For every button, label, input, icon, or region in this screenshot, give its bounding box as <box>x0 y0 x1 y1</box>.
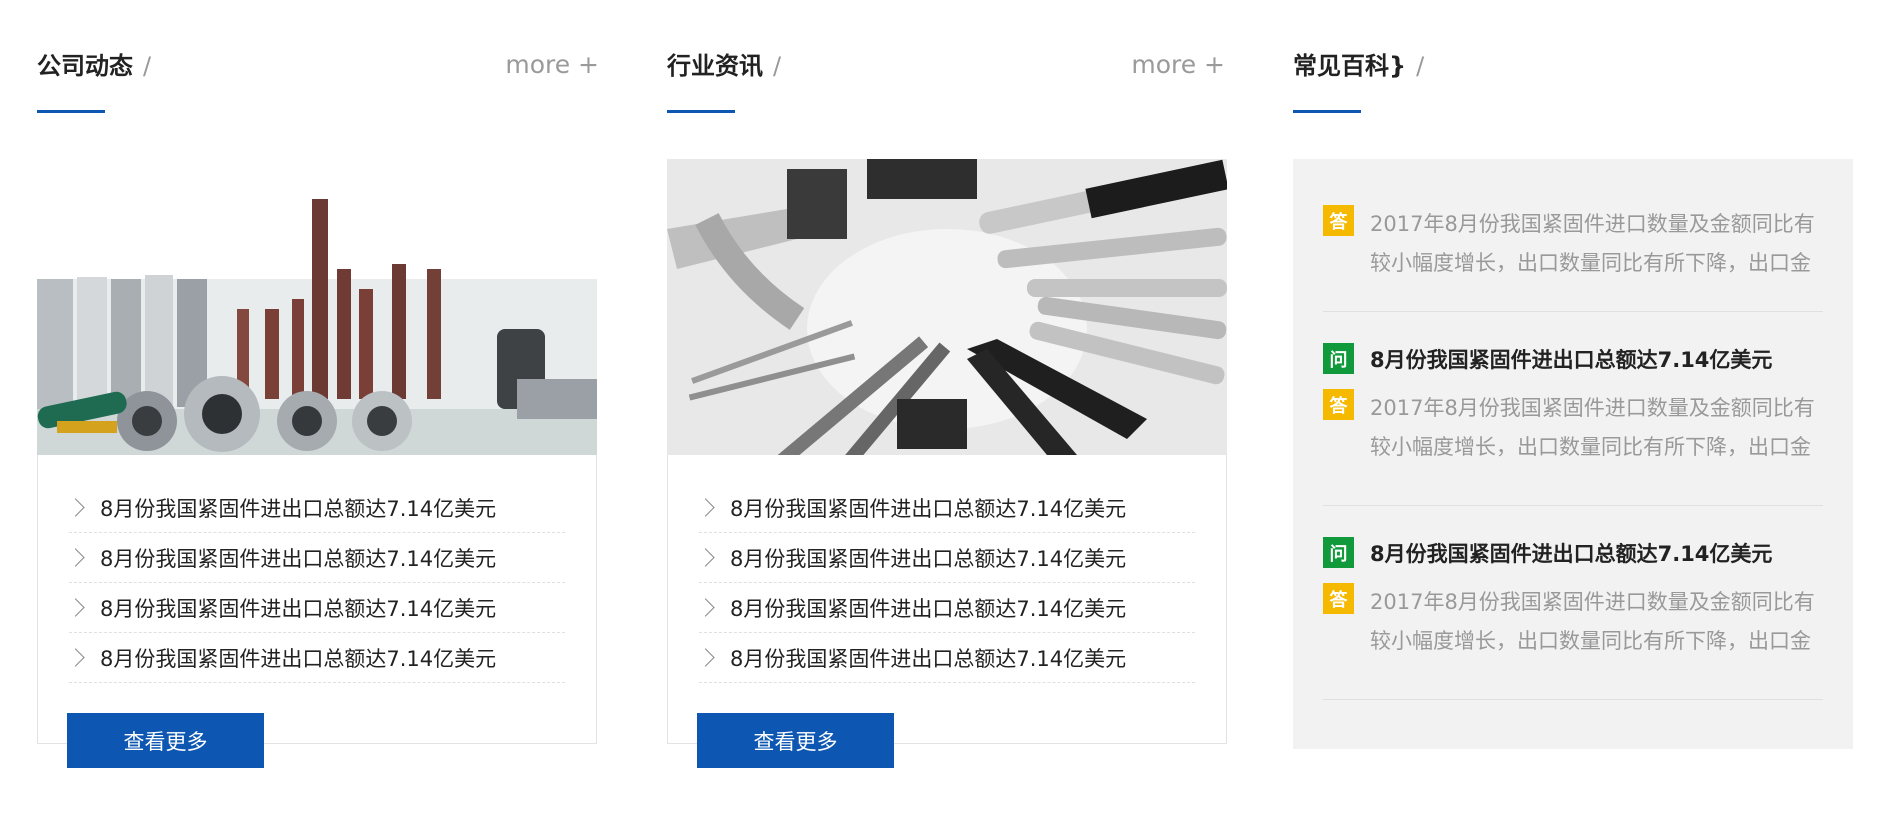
company-news-card: 8月份我国紧固件进出口总额达7.14亿美元 8月份我国紧固件进出口总额达7.14… <box>37 159 597 768</box>
industry-news-list-box: 8月份我国紧固件进出口总额达7.14亿美元 8月份我国紧固件进出口总额达7.14… <box>667 455 1227 744</box>
company-news-header: 公司动态 / more + <box>37 46 599 116</box>
title-underline <box>37 110 105 113</box>
faq-divider <box>1323 311 1823 312</box>
faq-panel: 答 2017年8月份我国紧固件进口数量及金额同比有较小幅度增长，出口数量同比有所… <box>1293 159 1853 749</box>
chevron-right-icon <box>696 498 715 517</box>
news-list-item[interactable]: 8月份我国紧固件进出口总额达7.14亿美元 <box>66 533 565 583</box>
question-badge-icon: 问 <box>1323 537 1354 568</box>
faq-answer-item[interactable]: 答 2017年8月份我国紧固件进口数量及金额同比有较小幅度增长，出口数量同比有所… <box>1323 205 1823 283</box>
question-row: 问 8月份我国紧固件进出口总额达7.14亿美元 <box>1323 537 1823 571</box>
question-text: 8月份我国紧固件进出口总额达7.14亿美元 <box>1370 542 1773 566</box>
news-item-title: 8月份我国紧固件进出口总额达7.14亿美元 <box>100 596 497 621</box>
tools-image <box>667 159 1227 455</box>
news-item-title: 8月份我国紧固件进出口总额达7.14亿美元 <box>730 596 1127 621</box>
chevron-right-icon <box>66 598 85 617</box>
company-news-title: 公司动态 <box>37 52 133 80</box>
news-item-title: 8月份我国紧固件进出口总额达7.14亿美元 <box>730 496 1127 521</box>
news-item-title: 8月份我国紧固件进出口总额达7.14亿美元 <box>730 546 1127 571</box>
answer-text: 2017年8月份我国紧固件进口数量及金额同比有较小幅度增长，出口数量同比有所下降… <box>1370 590 1815 653</box>
company-news-list: 8月份我国紧固件进出口总额达7.14亿美元 8月份我国紧固件进出口总额达7.14… <box>66 483 565 683</box>
question-text: 8月份我国紧固件进出口总额达7.14亿美元 <box>1370 348 1773 372</box>
company-news-more-link[interactable]: more + <box>505 50 599 79</box>
news-item-title: 8月份我国紧固件进出口总额达7.14亿美元 <box>100 496 497 521</box>
news-section: 公司动态 / more + 行业资讯 / more + 常见百科} / 8月份我… <box>0 0 1900 825</box>
title-slash: / <box>1416 52 1425 80</box>
news-list-item[interactable]: 8月份我国紧固件进出口总额达7.14亿美元 <box>696 633 1195 683</box>
industry-news-list: 8月份我国紧固件进出口总额达7.14亿美元 8月份我国紧固件进出口总额达7.14… <box>696 483 1195 683</box>
chevron-right-icon <box>696 548 715 567</box>
chevron-right-icon <box>696 598 715 617</box>
faq-title: 常见百科} <box>1293 52 1407 80</box>
faq-divider <box>1323 505 1823 506</box>
answer-text: 2017年8月份我国紧固件进口数量及金额同比有较小幅度增长，出口数量同比有所下降… <box>1370 212 1815 275</box>
title-underline <box>667 110 735 113</box>
title-slash: / <box>143 52 152 80</box>
faq-qa-item[interactable]: 问 8月份我国紧固件进出口总额达7.14亿美元 答 2017年8月份我国紧固件进… <box>1323 343 1823 467</box>
company-news-title-wrap: 公司动态 / <box>37 46 151 81</box>
answer-row: 答 2017年8月份我国紧固件进口数量及金额同比有较小幅度增长，出口数量同比有所… <box>1323 583 1823 661</box>
industry-news-title: 行业资讯 <box>667 52 763 80</box>
company-news-photo[interactable] <box>37 159 597 455</box>
faq-divider <box>1323 699 1823 700</box>
chevron-right-icon <box>696 648 715 667</box>
industry-news-title-wrap: 行业资讯 / <box>667 46 781 81</box>
news-list-item[interactable]: 8月份我国紧固件进出口总额达7.14亿美元 <box>66 633 565 683</box>
faq-qa-item[interactable]: 问 8月份我国紧固件进出口总额达7.14亿美元 答 2017年8月份我国紧固件进… <box>1323 537 1823 661</box>
chevron-right-icon <box>66 648 85 667</box>
industry-news-more-link[interactable]: more + <box>1131 50 1225 79</box>
answer-row: 答 2017年8月份我国紧固件进口数量及金额同比有较小幅度增长，出口数量同比有所… <box>1323 205 1823 283</box>
news-list-item[interactable]: 8月份我国紧固件进出口总额达7.14亿美元 <box>66 583 565 633</box>
faq-title-wrap: 常见百科} / <box>1293 46 1424 81</box>
answer-badge-icon: 答 <box>1323 205 1354 236</box>
news-item-title: 8月份我国紧固件进出口总额达7.14亿美元 <box>100 546 497 571</box>
company-news-list-box: 8月份我国紧固件进出口总额达7.14亿美元 8月份我国紧固件进出口总额达7.14… <box>37 455 597 744</box>
answer-badge-icon: 答 <box>1323 583 1354 614</box>
view-more-button[interactable]: 查看更多 <box>67 713 264 768</box>
faq-header: 常见百科} / <box>1293 46 1851 116</box>
answer-text: 2017年8月份我国紧固件进口数量及金额同比有较小幅度增长，出口数量同比有所下降… <box>1370 396 1815 459</box>
industry-news-header: 行业资讯 / more + <box>667 46 1225 116</box>
news-item-title: 8月份我国紧固件进出口总额达7.14亿美元 <box>100 646 497 671</box>
chevron-right-icon <box>66 498 85 517</box>
answer-badge-icon: 答 <box>1323 389 1354 420</box>
news-list-item[interactable]: 8月份我国紧固件进出口总额达7.14亿美元 <box>66 483 565 533</box>
news-list-item[interactable]: 8月份我国紧固件进出口总额达7.14亿美元 <box>696 483 1195 533</box>
question-row: 问 8月份我国紧固件进出口总额达7.14亿美元 <box>1323 343 1823 377</box>
news-item-title: 8月份我国紧固件进出口总额达7.14亿美元 <box>730 646 1127 671</box>
socket-set-image <box>37 159 597 455</box>
industry-news-photo[interactable] <box>667 159 1227 455</box>
news-list-item[interactable]: 8月份我国紧固件进出口总额达7.14亿美元 <box>696 583 1195 633</box>
title-slash: / <box>773 52 782 80</box>
news-list-item[interactable]: 8月份我国紧固件进出口总额达7.14亿美元 <box>696 533 1195 583</box>
question-badge-icon: 问 <box>1323 343 1354 374</box>
view-more-button[interactable]: 查看更多 <box>697 713 894 768</box>
answer-row: 答 2017年8月份我国紧固件进口数量及金额同比有较小幅度增长，出口数量同比有所… <box>1323 389 1823 467</box>
industry-news-card: 8月份我国紧固件进出口总额达7.14亿美元 8月份我国紧固件进出口总额达7.14… <box>667 159 1227 768</box>
chevron-right-icon <box>66 548 85 567</box>
title-underline <box>1293 110 1361 113</box>
